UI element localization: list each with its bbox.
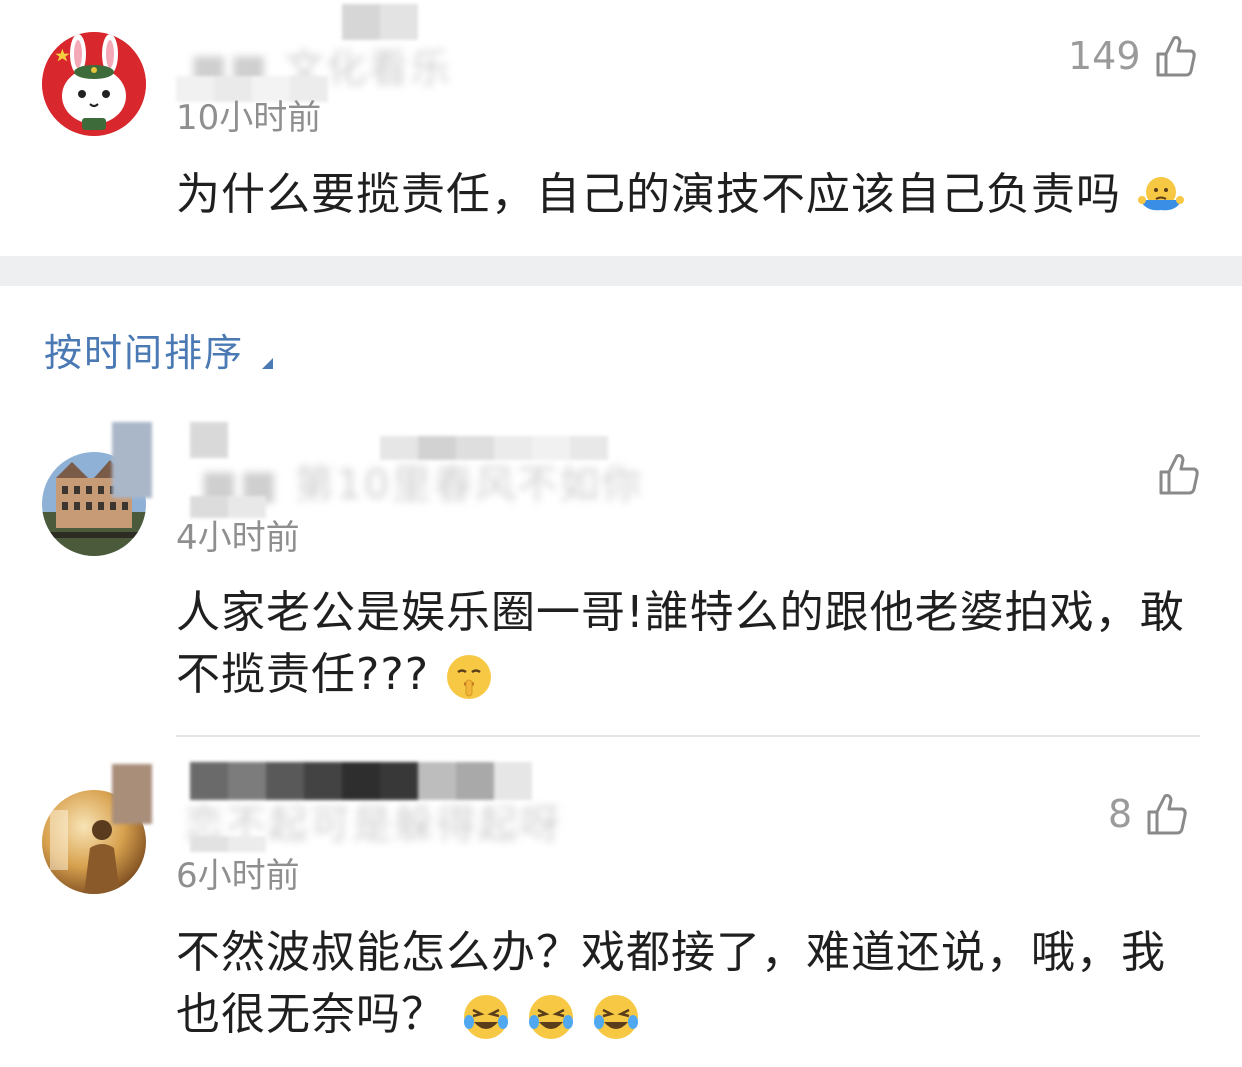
username-pixelated (190, 422, 228, 458)
like-button[interactable] (1144, 452, 1200, 496)
like-count: 149 (1068, 34, 1141, 78)
avatar-pixelated (112, 764, 152, 824)
bunny-avatar-icon (42, 32, 146, 136)
comment-time: 4小时前 (176, 518, 300, 558)
triangle-down-icon (262, 358, 274, 369)
thumbs-up-icon (1159, 454, 1199, 495)
username-blurred[interactable]: ■■ 第10里春风不如你 (200, 452, 643, 510)
username-pixelated (190, 762, 532, 800)
comment-separator (176, 735, 1200, 737)
comment-text: 人家老公是娱乐圈一哥!誰特么的跟他老婆拍戏，敢不揽责任??? (176, 587, 1185, 700)
sort-label: 按时间排序 (44, 331, 245, 375)
comment-text: 为什么要揽责任，自己的演技不应该自己负责吗 (176, 164, 1196, 226)
laugh-cry-emoji-icon (594, 995, 638, 1039)
like-button[interactable]: 8 (1108, 792, 1188, 836)
username-pixelated (342, 4, 418, 40)
laugh-cry-emoji-icon (529, 995, 573, 1039)
username-pixelated (380, 436, 608, 460)
thumbs-up-icon (1156, 36, 1196, 77)
shush-emoji-icon (447, 655, 492, 699)
like-count: 8 (1108, 792, 1133, 836)
laugh-cry-emoji-icon (464, 995, 508, 1039)
like-button[interactable]: 149 (1068, 34, 1197, 78)
comment-time: 10小时前 (176, 98, 322, 138)
sort-dropdown[interactable]: 按时间排序 (44, 322, 274, 377)
section-divider (0, 256, 1242, 286)
comment-time: 6小时前 (176, 856, 300, 896)
avatar[interactable] (42, 32, 146, 136)
shrug-emoji-icon (1138, 177, 1184, 211)
comment-text: 不然波叔能怎么办？戏都接了，难道还说，哦，我也很无奈吗？ (176, 927, 1166, 1040)
avatar-pixelated (112, 422, 152, 498)
thumbs-up-icon (1147, 794, 1187, 835)
